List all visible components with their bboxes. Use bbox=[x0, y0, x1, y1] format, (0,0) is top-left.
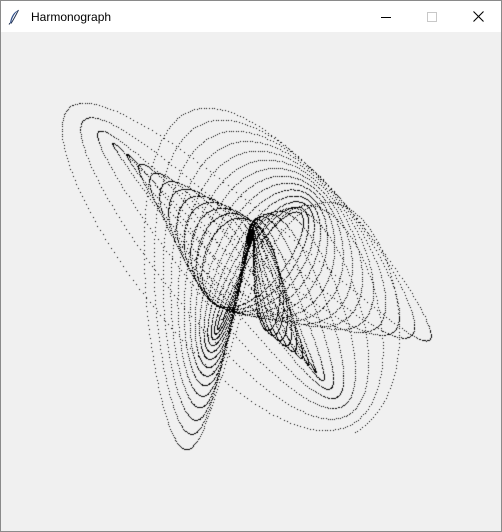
feather-icon bbox=[7, 9, 21, 25]
harmonograph-canvas bbox=[1, 32, 501, 531]
drawing-canvas-area bbox=[1, 32, 501, 531]
maximize-button[interactable] bbox=[409, 1, 455, 32]
close-button[interactable] bbox=[455, 1, 501, 32]
app-window: Harmonograph bbox=[0, 0, 502, 532]
close-icon bbox=[472, 11, 484, 22]
window-title: Harmonograph bbox=[31, 10, 112, 24]
title-bar[interactable]: Harmonograph bbox=[1, 1, 501, 32]
minimize-button[interactable] bbox=[363, 1, 409, 32]
maximize-icon bbox=[427, 11, 437, 22]
minimize-icon bbox=[381, 12, 391, 22]
